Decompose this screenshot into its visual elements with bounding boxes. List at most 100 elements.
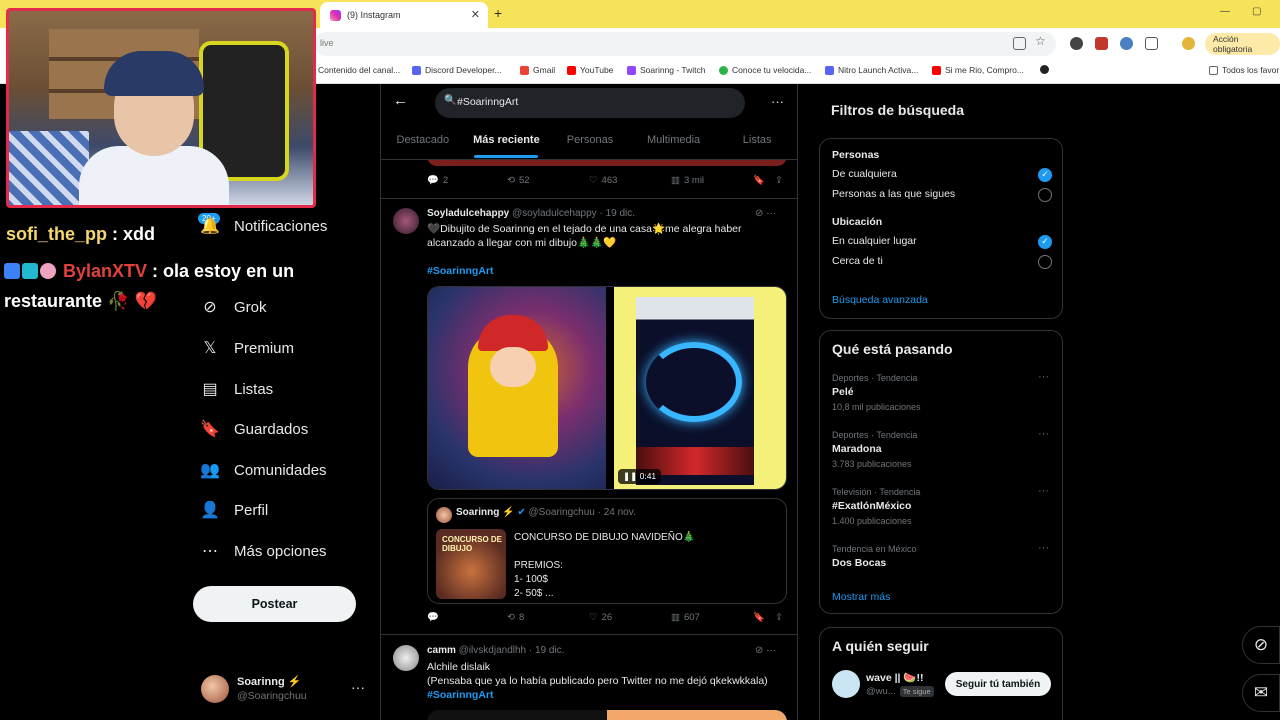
more-icon[interactable]: ··· <box>1038 542 1049 554</box>
artwork-image[interactable] <box>428 287 606 489</box>
radio-checked-icon[interactable]: ✓ <box>1038 168 1052 182</box>
new-tab-button[interactable]: + <box>494 5 502 21</box>
bookmark-button[interactable]: 🔖 <box>753 612 765 623</box>
browser-tab-instagram[interactable]: (9) Instagram ✕ <box>320 2 488 28</box>
instagram-icon <box>330 9 341 21</box>
author-name[interactable]: Soyladulcehappy <box>427 208 509 219</box>
retweet-button[interactable]: ⟲ 52 <box>507 175 530 186</box>
tab-media[interactable]: Multimedia <box>632 132 716 160</box>
trend-name[interactable]: Maradona <box>832 443 882 455</box>
reply-button[interactable]: 💬 <box>427 612 439 623</box>
filter-option-near-you[interactable]: Cerca de ti <box>832 255 883 267</box>
puzzle-icon[interactable] <box>1145 37 1158 50</box>
grok-icon[interactable]: ⊘ <box>1242 626 1280 664</box>
bookmark-item[interactable]: Nitro Launch Activa... <box>825 65 918 75</box>
nav-profile[interactable]: 👤 Perfil <box>200 500 268 520</box>
trend-name[interactable]: Dos Bocas <box>832 557 886 569</box>
nav-notifications[interactable]: 🔔 Notificaciones <box>200 216 327 236</box>
avatar[interactable] <box>393 645 419 671</box>
follow-name[interactable]: wave || 🍉!! <box>866 671 923 684</box>
chat-username: BylanXTV <box>63 261 148 281</box>
bookmark-item[interactable]: Contenido del canal... <box>318 65 400 75</box>
views-button[interactable]: ▥ 3 mil <box>671 175 704 186</box>
tab-title: (9) Instagram <box>347 10 401 20</box>
tab-lists[interactable]: Listas <box>715 132 797 160</box>
extension-icon[interactable] <box>1095 37 1108 50</box>
hashtag-link[interactable]: #SoarinngArt <box>427 264 767 278</box>
quoted-tweet[interactable]: Soarinng ⚡ ✔ @Soaringchuu · 24 nov. CONC… <box>427 498 787 604</box>
filter-option-anyone[interactable]: De cualquiera <box>832 168 897 180</box>
account-switcher[interactable]: Soarinng ⚡ @Soaringchuu ··· <box>201 673 371 705</box>
close-tab-icon[interactable]: ✕ <box>471 8 480 21</box>
trend-meta: Deportes · Tendencia <box>832 373 918 383</box>
more-icon[interactable]: ··· <box>1038 485 1049 497</box>
star-icon[interactable]: ☆ <box>1035 34 1048 48</box>
retweet-button[interactable]: ⟲ 8 <box>507 612 524 623</box>
url-field[interactable]: live <box>314 32 1056 56</box>
messages-icon[interactable]: ✉ <box>1242 674 1280 712</box>
show-more-link[interactable]: Mostrar más <box>832 591 890 603</box>
bookmark-item[interactable]: Si me Rio, Compro... <box>932 65 1024 75</box>
install-app-icon[interactable] <box>1013 37 1026 50</box>
nav-lists[interactable]: ▤ Listas <box>200 379 273 399</box>
like-button[interactable]: ♡ 463 <box>589 175 617 186</box>
reply-icon: 💬 <box>427 175 439 186</box>
bookmark-item[interactable]: Soarinng - Twitch <box>627 65 706 75</box>
grok-icon[interactable]: ⊘ ··· <box>755 208 776 219</box>
share-button[interactable]: ⇪ <box>775 612 783 623</box>
minimize-icon[interactable]: — <box>1220 6 1230 17</box>
filter-option-anywhere[interactable]: En cualquier lugar <box>832 235 917 247</box>
filter-option-following[interactable]: Personas a las que sigues <box>832 188 955 200</box>
bookmark-item[interactable]: YouTube <box>567 65 613 75</box>
nav-bookmarks[interactable]: 🔖 Guardados <box>200 419 308 439</box>
bookmark-item[interactable] <box>1040 65 1049 74</box>
advanced-search-link[interactable]: Búsqueda avanzada <box>832 294 928 306</box>
avatar[interactable] <box>832 670 860 698</box>
share-button[interactable]: ⇪ <box>775 175 783 186</box>
reply-button[interactable]: 💬 2 <box>427 175 448 186</box>
trend-name[interactable]: Pelé <box>832 386 854 398</box>
tab-people[interactable]: Personas <box>548 132 632 160</box>
bookmark-item[interactable]: Gmail <box>520 65 555 75</box>
nav-more-options[interactable]: ⋯ Más opciones <box>200 541 327 561</box>
tab-featured[interactable]: Destacado <box>381 132 465 160</box>
grok-icon[interactable]: ⊘ ··· <box>755 645 776 656</box>
bookmark-item[interactable]: Conoce tu velocida... <box>719 65 811 75</box>
follow-back-button[interactable]: Seguir tú también <box>945 672 1051 696</box>
tweet-header: camm @ilvskdjandlhh · 19 dic. <box>427 645 564 656</box>
more-icon[interactable]: ··· <box>1038 428 1049 440</box>
tweet-media[interactable]: ❚❚ 0:41 <box>427 286 787 490</box>
maximize-icon[interactable]: ▢ <box>1252 6 1261 17</box>
search-input[interactable]: 🔍 #SoarinngArt <box>435 88 745 118</box>
hashtag-link[interactable]: #SoarinngArt <box>427 688 767 702</box>
tab-latest[interactable]: Más reciente <box>465 132 549 160</box>
post-button[interactable]: Postear <box>193 586 356 622</box>
more-options-icon[interactable]: ··· <box>771 94 784 109</box>
bookmark-button[interactable]: 🔖 <box>753 175 765 186</box>
timeline: ← 🔍 #SoarinngArt ··· Destacado Más recie… <box>380 84 798 720</box>
more-icon[interactable]: ··· <box>1038 371 1049 383</box>
avatar[interactable] <box>393 208 419 234</box>
extension-icon[interactable] <box>1070 37 1083 50</box>
trend-name[interactable]: #ExatlónMéxico <box>832 500 911 512</box>
action-required-button[interactable]: Acción obligatoria <box>1205 33 1280 55</box>
more-icon[interactable]: ··· <box>351 679 365 695</box>
radio-checked-icon[interactable]: ✓ <box>1038 235 1052 249</box>
author-name[interactable]: camm <box>427 645 456 656</box>
radio-empty-icon[interactable] <box>1038 188 1052 202</box>
nav-communities[interactable]: 👥 Comunidades <box>200 460 327 480</box>
radio-empty-icon[interactable] <box>1038 255 1052 269</box>
nav-premium[interactable]: 𝕏 Premium <box>200 338 294 358</box>
views-button[interactable]: ▥ 607 <box>671 612 700 623</box>
all-bookmarks[interactable]: Todos los favor <box>1209 65 1279 75</box>
video-thumbnail[interactable] <box>614 287 786 489</box>
back-arrow-icon[interactable]: ← <box>393 92 408 109</box>
badge-icon <box>4 263 20 279</box>
bookmark-item[interactable]: Discord Developer... <box>412 65 502 75</box>
extension-icon[interactable] <box>1120 37 1133 50</box>
screen: (9) Instagram ✕ + — ▢ live ☆ Acción obli… <box>0 0 1280 720</box>
like-button[interactable]: ♡ 26 <box>589 612 612 623</box>
profile-avatar[interactable] <box>1182 37 1195 50</box>
chat-message: sofi_the_pp : xdd <box>6 224 155 245</box>
tweet-media[interactable] <box>427 710 787 720</box>
